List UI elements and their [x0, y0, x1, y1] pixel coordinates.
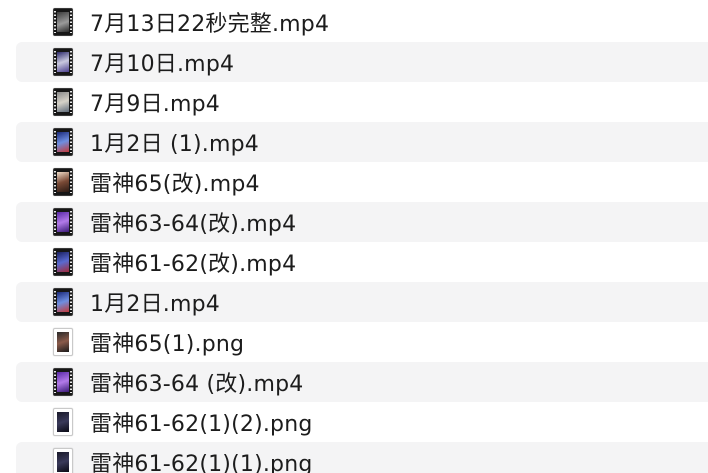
file-thumbnail-icon [53, 48, 73, 76]
file-thumbnail-icon [53, 288, 73, 316]
file-row[interactable]: 雷神65(1).png [16, 322, 708, 362]
file-name: 7月10日.mp4 [90, 52, 235, 77]
file-thumbnail-icon [53, 408, 73, 436]
file-name: 1月2日 (1).mp4 [90, 132, 259, 157]
file-thumbnail-icon [53, 168, 73, 196]
file-row[interactable]: 雷神63-64(改).mp4 [16, 202, 708, 242]
file-thumbnail-icon [53, 208, 73, 236]
file-thumbnail-icon [53, 368, 73, 396]
file-name: 雷神63-64(改).mp4 [90, 212, 297, 237]
file-thumbnail-icon [53, 8, 73, 36]
file-name: 雷神65(1).png [90, 332, 245, 357]
file-name: 雷神61-62(1)(1).png [90, 452, 313, 473]
file-row[interactable]: 雷神61-62(1)(2).png [16, 402, 708, 442]
file-row[interactable]: 1月2日.mp4 [16, 282, 708, 322]
file-name: 雷神61-62(1)(2).png [90, 412, 313, 437]
file-name: 雷神61-62(改).mp4 [90, 252, 297, 277]
file-thumbnail-icon [53, 88, 73, 116]
file-name: 7月13日22秒完整.mp4 [90, 12, 330, 37]
file-name: 雷神63-64 (改).mp4 [90, 372, 304, 397]
file-name: 1月2日.mp4 [90, 292, 220, 317]
file-row[interactable]: 1月2日 (1).mp4 [16, 122, 708, 162]
file-row[interactable]: 雷神65(改).mp4 [16, 162, 708, 202]
file-row[interactable]: 7月13日22秒完整.mp4 [16, 2, 708, 42]
file-thumbnail-icon [53, 328, 73, 356]
file-thumbnail-icon [53, 128, 73, 156]
file-row[interactable]: 7月9日.mp4 [16, 82, 708, 122]
file-row[interactable]: 7月10日.mp4 [16, 42, 708, 82]
file-thumbnail-icon [53, 448, 73, 473]
file-thumbnail-icon [53, 248, 73, 276]
file-row[interactable]: 雷神63-64 (改).mp4 [16, 362, 708, 402]
file-list: 7月13日22秒完整.mp4 7月10日.mp4 7月9日.mp4 1月2日 (… [0, 0, 708, 473]
file-row[interactable]: 雷神61-62(1)(1).png [16, 442, 708, 473]
file-row[interactable]: 雷神61-62(改).mp4 [16, 242, 708, 282]
file-name: 7月9日.mp4 [90, 92, 220, 117]
file-name: 雷神65(改).mp4 [90, 172, 260, 197]
